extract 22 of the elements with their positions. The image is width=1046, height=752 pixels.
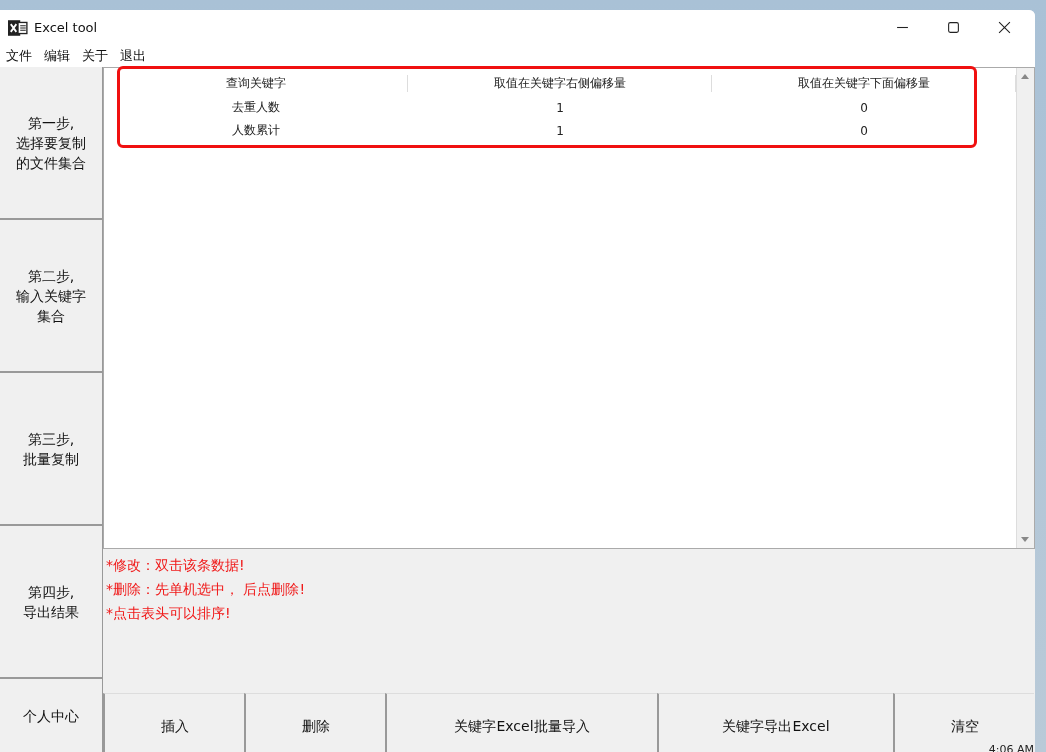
action-button[interactable]: 插入 — [103, 693, 244, 752]
menu-item[interactable]: 文件 — [6, 47, 32, 67]
action-button[interactable]: 关键字Excel批量导入 — [385, 693, 657, 752]
action-button[interactable]: 关键字导出Excel — [657, 693, 893, 752]
table-cell-text: 0 — [859, 100, 869, 115]
hint-text: *点击表头可以排序! — [106, 604, 232, 623]
table-cell-text: 去重人数 — [231, 99, 281, 116]
table-cell-text: 1 — [555, 100, 565, 115]
hint-text: *修改：双击该条数据! — [106, 556, 246, 575]
table-cell-text: 人数累计 — [231, 122, 281, 139]
hint-text: *删除：先单机选中， 后点删除! — [106, 580, 307, 599]
menu-item[interactable]: 退出 — [120, 47, 146, 67]
action-button[interactable]: 删除 — [244, 693, 385, 752]
column-header[interactable]: 取值在关键字右侧偏移量 — [408, 74, 712, 92]
table-cell-text: 0 — [859, 123, 869, 138]
scrollbar[interactable] — [1016, 68, 1034, 548]
menu-item[interactable]: 关于 — [82, 47, 108, 67]
excel-logo-icon — [8, 18, 28, 37]
menu-item[interactable]: 编辑 — [44, 47, 70, 67]
table-cell-text: 1 — [555, 123, 565, 138]
column-header[interactable]: 查询关键字 — [104, 74, 408, 92]
window-title: Excel tool — [34, 20, 98, 35]
